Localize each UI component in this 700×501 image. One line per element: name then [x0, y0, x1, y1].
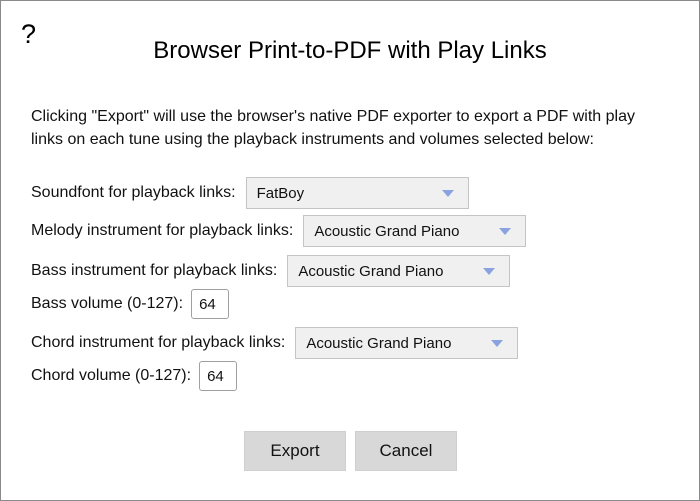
chevron-down-icon	[441, 190, 454, 197]
chord-volume-input[interactable]: 64	[199, 361, 238, 391]
export-dialog: ? Browser Print-to-PDF with Play Links C…	[0, 0, 700, 501]
bass-row: Bass instrument for playback links: Acou…	[31, 254, 511, 288]
dialog-title: Browser Print-to-PDF with Play Links	[153, 37, 547, 64]
bass-volume-label: Bass volume (0-127):	[31, 295, 184, 312]
bass-select-value: Acoustic Grand Piano	[298, 262, 444, 280]
chevron-down-icon	[499, 228, 512, 235]
chord-row: Chord instrument for playback links: Aco…	[31, 326, 519, 360]
soundfont-row: Soundfont for playback links: FatBoy	[31, 176, 469, 210]
bass-volume-row: Bass volume (0-127): 64	[31, 287, 230, 321]
soundfont-select-value: FatBoy	[256, 184, 305, 202]
melody-select-value: Acoustic Grand Piano	[314, 222, 460, 240]
melody-label: Melody instrument for playback links:	[31, 222, 294, 239]
soundfont-label: Soundfont for playback links:	[31, 184, 236, 201]
chevron-down-icon	[491, 340, 504, 347]
soundfont-select[interactable]: FatBoy	[245, 177, 469, 209]
chord-volume-row: Chord volume (0-127): 64	[31, 359, 238, 393]
melody-row: Melody instrument for playback links: Ac…	[31, 214, 527, 248]
chord-label: Chord instrument for playback links:	[31, 334, 286, 351]
bass-instrument-select[interactable]: Acoustic Grand Piano	[287, 255, 511, 287]
cancel-button[interactable]: Cancel	[355, 431, 457, 471]
bass-label: Bass instrument for playback links:	[31, 262, 278, 279]
intro-text: Clicking "Export" will use the browser's…	[31, 108, 635, 148]
bass-volume-input[interactable]: 64	[191, 289, 230, 319]
export-button[interactable]: Export	[244, 431, 346, 471]
melody-instrument-select[interactable]: Acoustic Grand Piano	[303, 215, 527, 247]
chord-volume-label: Chord volume (0-127):	[31, 367, 192, 384]
chord-instrument-select[interactable]: Acoustic Grand Piano	[295, 327, 519, 359]
chord-select-value: Acoustic Grand Piano	[306, 334, 452, 352]
chevron-down-icon	[483, 268, 496, 275]
